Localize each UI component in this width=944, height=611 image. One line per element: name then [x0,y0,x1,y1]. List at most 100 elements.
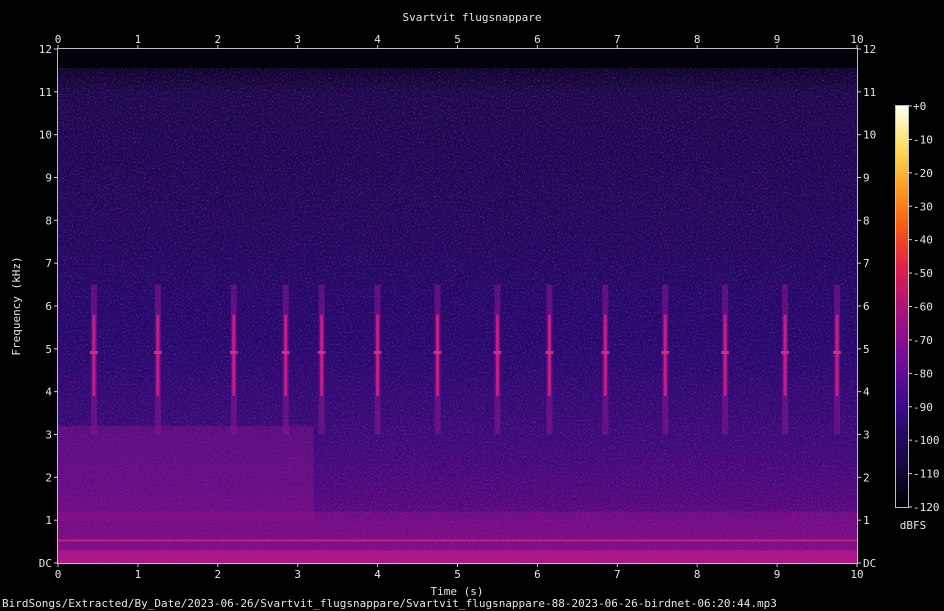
y-tick-label-left: 2 [45,471,52,484]
song-element [153,284,162,435]
colorbar-gradient [896,106,908,507]
x-tick-label-top: 4 [374,33,381,46]
y-tick-label-right: 3 [863,429,870,442]
song-element-core [835,314,839,396]
song-element-peak [153,350,162,354]
song-element-peak [281,350,290,354]
song-element-core [376,314,380,396]
song-element-core [603,314,607,396]
y-tick-label-left: 7 [45,257,52,270]
song-element [89,284,98,435]
song-element-peak [661,350,670,354]
y-tick-label-left: 10 [39,129,52,142]
colorbar-tick-label: -120 [913,501,940,514]
x-tick-label-bottom: 6 [534,568,541,581]
song-element-core [232,314,236,396]
y-tick-label-left: 5 [45,343,52,356]
y-tick-label-left: 8 [45,214,52,227]
y-tick-label-right: 9 [863,172,870,185]
x-tick-label-bottom: 4 [374,568,381,581]
y-tick-label-right: 7 [863,257,870,270]
song-element-core [723,314,727,396]
y-tick-label-left: DC [39,557,52,570]
y-tick-label-left: 3 [45,429,52,442]
y-tick-label-left: 11 [39,86,52,99]
song-element-peak [373,350,382,354]
colorbar-tick-label: -80 [913,367,933,380]
x-tick-label-bottom: 5 [454,568,461,581]
song-element-core [284,314,288,396]
spectrogram-figure: Svartvit flugsnappare 0 1 2 3 4 5 6 7 8 9 10 01234… [2,11,940,610]
spectrogram-plot-area [57,48,858,564]
colorbar-tick-label: -10 [913,133,933,146]
colorbar-tick-label: -90 [913,401,933,414]
song-element [281,284,290,435]
dc-band [58,550,857,563]
y-tick-label-right: 12 [863,43,876,56]
song-element-core [156,314,160,396]
x-tick-label-top: 3 [294,33,301,46]
song-element-core [783,314,787,396]
y-tick-label-right: 11 [863,86,876,99]
song-element-core [663,314,667,396]
y-tick-label-right: 2 [863,471,870,484]
song-element-core [547,314,551,396]
x-tick-label-bottom: 2 [214,568,221,581]
y-tick-label-left: 12 [39,43,52,56]
y-tick-label-right: 6 [863,300,870,313]
x-tick-label-top: 6 [534,33,541,46]
hum-line [58,539,857,542]
y-tick-label-right: DC [863,557,876,570]
x-tick-label-bottom: 8 [694,568,701,581]
song-element-peak [545,350,554,354]
x-tick-label-top: 5 [454,33,461,46]
y-tick-label-right: 4 [863,386,870,399]
y-tick-label-left: 4 [45,386,52,399]
song-element-core [92,314,96,396]
x-tick-label-top: 7 [614,33,621,46]
x-tick-label-bottom: 3 [294,568,301,581]
y-tick-label-right: 1 [863,514,870,527]
x-tick-label-top: 8 [694,33,701,46]
x-tick-label-top: 9 [774,33,781,46]
colorbar-tick-label: -110 [913,468,940,481]
colorbar-tick-label: +0 [913,100,926,113]
x-tick-label-bottom: 7 [614,568,621,581]
song-element-peak [833,350,842,354]
song-element [781,284,790,435]
colorbar-tick-label: -20 [913,167,933,180]
y-tick-label-right: 10 [863,129,876,142]
colorbar-label: dBFS [900,519,927,532]
song-element-core [436,314,440,396]
x-tick-label-bottom: 9 [774,568,781,581]
song-element-peak [89,350,98,354]
song-element [833,284,842,435]
colorbar-tick-label: -100 [913,434,940,447]
colorbar-tick-label: -40 [913,234,933,247]
x-axis-bottom: 0 1 2 3 4 5 6 7 8 9 10 [55,563,864,581]
colorbar-ticks: +0 -10 -20 -30 -40 -50 -60 -70 -80 -90 -100 -110 -12… [908,100,940,514]
source-file-path: BirdSongs/Extracted/By_Date/2023-06-26/S… [2,597,777,610]
y-axis-right: DC123456789101112 [857,43,876,570]
song-element-peak [493,350,502,354]
song-element [433,284,442,435]
chart-title: Svartvit flugsnappare [402,11,541,24]
colorbar-tick-label: -30 [913,200,933,213]
y-tick-label-right: 5 [863,343,870,356]
song-element [229,284,238,435]
song-element-peak [601,350,610,354]
colorbar-tick-label: -60 [913,301,933,314]
song-element [373,284,382,435]
song-element [601,284,610,435]
song-element-core [320,314,324,396]
song-element [493,284,502,435]
y-tick-label-left: 6 [45,300,52,313]
x-tick-label-top: 0 [55,33,62,46]
song-element [317,284,326,435]
x-tick-label-bottom: 0 [55,568,62,581]
song-element-peak [781,350,790,354]
y-axis-label: Frequency (kHz) [10,256,23,355]
noise-band-early [58,425,314,521]
y-tick-label-left: 9 [45,172,52,185]
colorbar-tick-label: -50 [913,267,933,280]
